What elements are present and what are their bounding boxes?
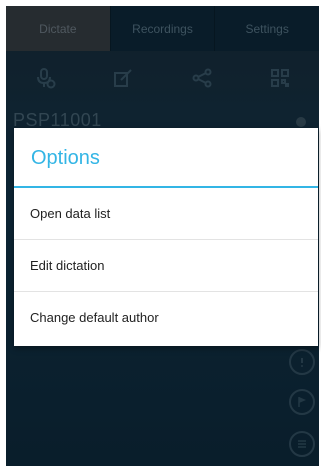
- dialog-title: Options: [14, 128, 318, 188]
- option-edit-dictation[interactable]: Edit dictation: [14, 240, 318, 292]
- option-change-default-author[interactable]: Change default author: [14, 292, 318, 344]
- option-open-data-list[interactable]: Open data list: [14, 188, 318, 240]
- options-dialog: Options Open data list Edit dictation Ch…: [14, 128, 318, 346]
